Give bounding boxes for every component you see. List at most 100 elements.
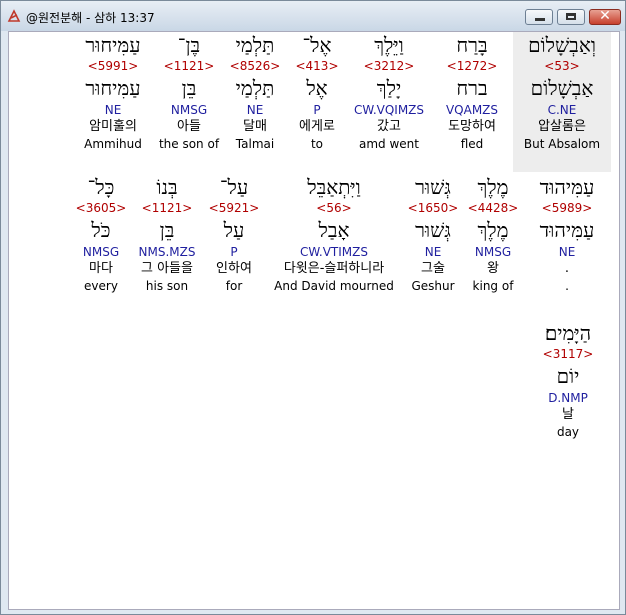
korean-gloss: 그 아들을 xyxy=(141,261,193,276)
english-gloss: his son xyxy=(145,279,189,293)
strong-number[interactable]: <1121> xyxy=(131,200,203,216)
english-gloss: to xyxy=(310,137,324,151)
lemma: ברח xyxy=(456,76,488,100)
parsing-code: CW.VQIMZS xyxy=(353,103,425,117)
word-cell[interactable]: כָּל־ <3605> כֹּל NMSG 마다 every xyxy=(71,174,131,294)
interlinear-panel: וְאַבְשָׁלוֹם <53> אַבְשָׁלוֹם C.NE 압살롬은… xyxy=(8,31,620,610)
korean-gloss: 다윗은-슬퍼하니라 xyxy=(283,261,385,276)
english-gloss: king of xyxy=(472,279,514,293)
word-cell[interactable]: עַמִּיהוּד <5989> עַמִּיהוּד NE . . xyxy=(523,174,611,294)
maximize-icon xyxy=(566,13,576,20)
korean-gloss: 에게로 xyxy=(299,119,335,134)
lemma: תַּלְמַי xyxy=(235,76,275,100)
korean-gloss: 그술 xyxy=(421,261,445,276)
window-title: @원전분해 - 삼하 13:37 xyxy=(26,11,155,25)
hebrew-word: אֶל־ xyxy=(302,33,332,57)
parsing-code: P xyxy=(230,245,238,259)
hebrew-word: הַיָּמִים׃ xyxy=(544,321,592,345)
strong-number[interactable]: <3605> xyxy=(71,200,131,216)
hebrew-word: וַיֵּלֶךְ xyxy=(374,33,404,57)
english-gloss: And David mourned xyxy=(274,279,394,293)
parsing-code: NE xyxy=(558,245,576,259)
english-gloss: day xyxy=(556,425,580,439)
hebrew-word: תַּלְמַי xyxy=(235,33,275,57)
word-cell[interactable]: בֶּן־ <1121> בֵּן NMSG 아들 the son of xyxy=(155,32,223,152)
hebrew-word: בֶּן־ xyxy=(177,33,201,57)
strong-number[interactable]: <1121> xyxy=(155,58,223,74)
lemma: עַמִּיהוּד xyxy=(539,218,595,242)
lemma: אַבְשָׁלוֹם xyxy=(530,76,594,100)
parsing-code: VQAMZS xyxy=(445,103,499,117)
strong-number[interactable]: <56> xyxy=(265,200,403,216)
word-cell[interactable]: וַיִּתְאַבֵּל <56> אָבַל CW.VTIMZS 다윗은-슬… xyxy=(265,174,403,294)
maximize-button[interactable] xyxy=(557,9,585,25)
english-gloss: every xyxy=(84,279,118,293)
word-cell[interactable]: תַּלְמַי <8526> תַּלְמַי NE 달매 Talmai xyxy=(223,32,287,152)
strong-number[interactable]: <5991> xyxy=(71,58,155,74)
korean-gloss: 왕 xyxy=(487,261,499,276)
hebrew-word: כָּל־ xyxy=(87,175,115,199)
lemma: בֵּן xyxy=(159,218,175,242)
parsing-code: P xyxy=(313,103,321,117)
korean-gloss: 갔고 xyxy=(377,119,401,134)
parsing-code: NMSG xyxy=(82,245,120,259)
minimize-button[interactable] xyxy=(525,9,553,25)
parsing-code: C.NE xyxy=(547,103,577,117)
word-cell[interactable]: עַל־ <5921> עַל P 인하여 for xyxy=(203,174,265,294)
english-gloss: Ammihud xyxy=(84,137,142,151)
strong-number[interactable]: <5989> xyxy=(523,200,611,216)
word-cell[interactable]: וַיֵּלֶךְ <3212> יָלַךְ CW.VQIMZS 갔고 amd… xyxy=(347,32,431,152)
english-gloss: Talmai xyxy=(235,137,275,151)
parsing-code: NMS.MZS xyxy=(138,245,196,259)
parsing-code: NMSG xyxy=(474,245,512,259)
hebrew-word: בָּרַח xyxy=(456,33,488,57)
title-bar[interactable]: @원전분해 - 삼하 13:37 ✕ xyxy=(1,1,625,31)
word-cell[interactable]: בְּנוֹ <1121> בֵּן NMS.MZS 그 아들을 his son xyxy=(131,174,203,294)
hebrew-word: גְּשׁוּר xyxy=(415,175,451,199)
lemma: גְּשׁוּר xyxy=(415,218,451,242)
strong-number[interactable]: <4428> xyxy=(463,200,523,216)
english-gloss: amd went xyxy=(359,137,419,151)
app-logo-icon xyxy=(7,9,21,22)
strong-number[interactable]: <3212> xyxy=(347,58,431,74)
strong-number[interactable]: <3117> xyxy=(529,346,607,362)
hebrew-word: וְאַבְשָׁלוֹם xyxy=(528,33,596,57)
strong-number[interactable]: <1650> xyxy=(403,200,463,216)
english-gloss: fled xyxy=(460,137,484,151)
lemma: כֹּל xyxy=(91,218,111,242)
english-gloss: But Absalom xyxy=(523,137,601,151)
korean-gloss: 인하여 xyxy=(216,261,252,276)
korean-gloss: 마다 xyxy=(89,261,113,276)
strong-number[interactable]: <8526> xyxy=(223,58,287,74)
korean-gloss: 날 xyxy=(562,407,574,422)
strong-number[interactable]: <1272> xyxy=(431,58,513,74)
korean-gloss: 도망하여 xyxy=(448,119,496,134)
lemma: אָבַל xyxy=(318,218,350,242)
strong-number[interactable]: <5921> xyxy=(203,200,265,216)
korean-gloss: 달매 xyxy=(243,119,267,134)
hebrew-word: בְּנוֹ xyxy=(156,175,178,199)
lemma: מֶלֶךְ xyxy=(477,218,509,242)
close-button[interactable]: ✕ xyxy=(589,8,621,25)
lemma: עַל xyxy=(223,218,245,242)
word-cell-selected[interactable]: וְאַבְשָׁלוֹם <53> אַבְשָׁלוֹם C.NE 압살롬은… xyxy=(513,32,611,172)
english-gloss: the son of xyxy=(158,137,220,151)
parsing-code: NE xyxy=(424,245,442,259)
hebrew-word: עַמִּיחוּר xyxy=(85,33,141,57)
korean-gloss: 아들 xyxy=(177,119,201,134)
hebrew-word: עַמִּיהוּד xyxy=(539,175,595,199)
word-cell[interactable]: עַמִּיחוּר <5991> עַמִּיחוּר NE 암미훌의 Amm… xyxy=(71,32,155,152)
lemma: עַמִּיחוּר xyxy=(85,76,141,100)
word-cell[interactable]: גְּשׁוּר <1650> גְּשׁוּר NE 그술 Geshur xyxy=(403,174,463,294)
hebrew-word: מֶלֶךְ xyxy=(477,175,509,199)
korean-gloss: . xyxy=(564,261,570,276)
strong-number[interactable]: <413> xyxy=(287,58,347,74)
lemma: יוֹם xyxy=(556,364,580,388)
strong-number[interactable]: <53> xyxy=(513,58,611,74)
lemma: יָלַךְ xyxy=(376,76,402,100)
word-cell[interactable]: מֶלֶךְ <4428> מֶלֶךְ NMSG 왕 king of xyxy=(463,174,523,294)
parsing-code: CW.VTIMZS xyxy=(300,245,368,259)
word-cell[interactable]: הַיָּמִים׃ <3117> יוֹם D.NMP 날 day xyxy=(529,320,607,440)
word-cell[interactable]: בָּרַח <1272> ברח VQAMZS 도망하여 fled xyxy=(431,32,513,152)
word-cell[interactable]: אֶל־ <413> אֶל P 에게로 to xyxy=(287,32,347,152)
